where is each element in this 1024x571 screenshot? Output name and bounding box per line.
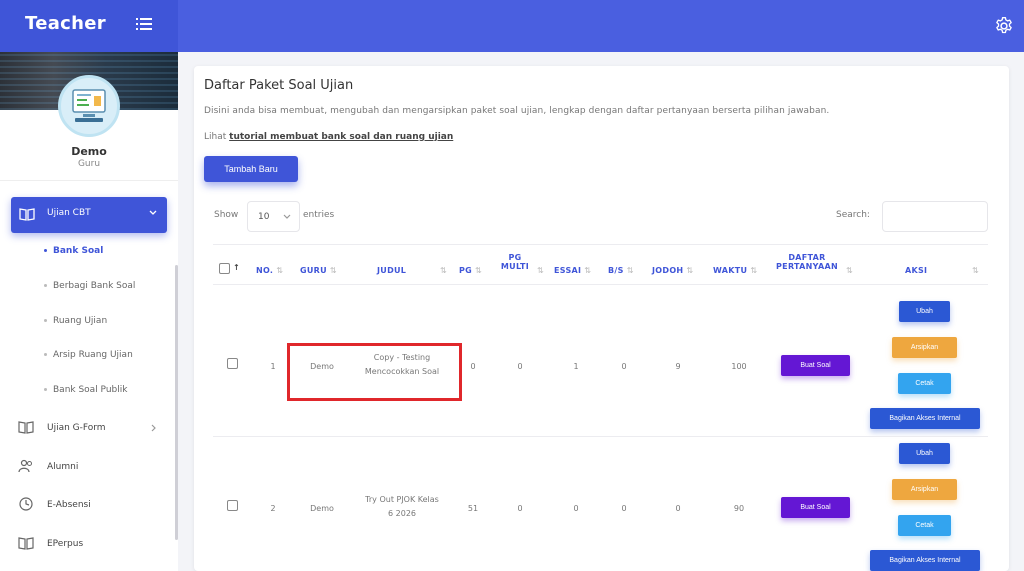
cell-bs: 0 (621, 504, 627, 513)
book-open-icon (18, 421, 34, 434)
header-daftar-pertanyaan[interactable]: DAFTAR PERTANYAAN (772, 253, 842, 271)
cell-pg: 0 (470, 362, 476, 371)
archive-button[interactable]: Arsipkan (892, 479, 957, 500)
gear-icon[interactable] (994, 16, 1014, 36)
show-label: Show (214, 210, 239, 220)
share-internal-access-button[interactable]: Bagikan Akses Internal (870, 550, 980, 571)
create-questions-button[interactable]: Buat Soal (781, 355, 850, 376)
sidebar-divider (0, 180, 178, 181)
content-card: Daftar Paket Soal Ujian Disini anda bisa… (194, 66, 1009, 571)
cell-pg-multi: 0 (517, 362, 523, 371)
menu-list-icon[interactable] (136, 17, 152, 31)
entries-select[interactable]: 10 (247, 201, 300, 232)
header-jodoh[interactable]: JODOH ⇅ (652, 266, 693, 275)
add-new-button[interactable]: Tambah Baru (204, 156, 298, 182)
cell-no: 2 (270, 504, 276, 513)
book-open-icon (18, 537, 34, 550)
sort-icon[interactable]: ⇅ (534, 266, 544, 275)
cell-jodoh: 9 (675, 362, 681, 371)
cell-waktu: 100 (731, 362, 747, 371)
cell-pg: 51 (467, 504, 479, 513)
cell-essai: 1 (573, 362, 579, 371)
edit-button[interactable]: Ubah (899, 443, 950, 464)
sidebar-item-ujian-cbt[interactable]: Ujian CBT (11, 197, 167, 233)
cell-guru: Demo (310, 504, 334, 513)
print-button[interactable]: Cetak (898, 515, 951, 536)
header-essai[interactable]: ESSAI ⇅ (554, 266, 591, 275)
header-aksi: AKSI (905, 266, 928, 275)
cell-essai: 0 (573, 504, 579, 513)
sidebar-subitem-berbagi-bank-soal[interactable]: Berbagi Bank Soal (44, 281, 135, 291)
print-button[interactable]: Cetak (898, 373, 951, 394)
search-label: Search: (836, 210, 870, 220)
entries-label: entries (303, 210, 335, 220)
sort-icon: ⇅ (686, 266, 694, 275)
share-internal-access-button[interactable]: Bagikan Akses Internal (870, 408, 980, 429)
sort-icon: ⇅ (626, 266, 634, 275)
chevron-down-icon (149, 210, 157, 215)
sort-up-icon[interactable]: ↑ (233, 263, 240, 272)
sort-icon: ⇅ (750, 266, 758, 275)
header-waktu[interactable]: WAKTU ⇅ (713, 266, 757, 275)
row-divider (213, 436, 988, 437)
header-pg[interactable]: PG ⇅ (459, 266, 482, 275)
sort-icon[interactable]: ⇅ (437, 266, 447, 275)
page-description: Disini anda bisa membuat, mengubah dan m… (204, 106, 830, 116)
bullet-icon (44, 319, 47, 322)
bullet-icon (44, 249, 47, 252)
sort-icon: ⇅ (276, 266, 284, 275)
cell-jodoh: 0 (675, 504, 681, 513)
sidebar-subitem-bank-soal[interactable]: Bank Soal (44, 246, 103, 256)
cell-no: 1 (270, 362, 276, 371)
table-top-line (213, 244, 988, 245)
highlight-box (287, 343, 462, 401)
header-bs[interactable]: B/S ⇅ (608, 266, 634, 275)
cell-waktu: 90 (733, 504, 745, 513)
bullet-icon (44, 388, 47, 391)
sort-icon[interactable]: ⇅ (843, 266, 853, 275)
page-title: Daftar Paket Soal Ujian (204, 78, 354, 93)
bullet-icon (44, 284, 47, 287)
edit-button[interactable]: Ubah (899, 301, 950, 322)
sort-icon: ⇅ (329, 266, 337, 275)
top-bar (178, 0, 1024, 52)
sidebar-subitem-arsip-ruang-ujian[interactable]: Arsip Ruang Ujian (44, 350, 133, 360)
table-header-line (213, 284, 988, 285)
sidebar: Teacher Demo Guru Ujian CBT Bank Soal Be… (0, 0, 178, 571)
cell-bs: 0 (621, 362, 627, 371)
select-all-checkbox[interactable] (219, 263, 230, 274)
users-icon (18, 459, 32, 473)
chevron-right-icon (151, 424, 156, 432)
clock-icon (19, 497, 33, 511)
brand-bar: Teacher (0, 0, 178, 52)
header-no[interactable]: NO. ⇅ (256, 266, 283, 275)
header-pg-multi[interactable]: PG MULTI (497, 253, 533, 271)
create-questions-button[interactable]: Buat Soal (781, 497, 850, 518)
tutorial-line: Lihat tutorial membuat bank soal dan rua… (204, 132, 454, 142)
cell-judul: Try Out PJOK Kelas 6 2026 (365, 495, 439, 518)
sort-icon: ⇅ (584, 266, 592, 275)
header-judul[interactable]: JUDUL (377, 266, 406, 275)
header-guru[interactable]: GURU ⇅ (300, 266, 337, 275)
row-checkbox[interactable] (227, 500, 238, 511)
book-open-icon (19, 208, 35, 221)
sidebar-subitem-bank-soal-publik[interactable]: Bank Soal Publik (44, 385, 127, 395)
bullet-icon (44, 353, 47, 356)
sort-icon: ⇅ (475, 266, 483, 275)
chevron-down-icon (283, 214, 291, 219)
row-checkbox[interactable] (227, 358, 238, 369)
cell-pg-multi: 0 (517, 504, 523, 513)
tutorial-link[interactable]: tutorial membuat bank soal dan ruang uji… (229, 132, 453, 142)
app-title: Teacher (25, 13, 106, 34)
search-input[interactable] (882, 201, 988, 232)
avatar (58, 75, 120, 137)
sidebar-subitem-ruang-ujian[interactable]: Ruang Ujian (44, 316, 107, 326)
archive-button[interactable]: Arsipkan (892, 337, 957, 358)
sidebar-scrollbar[interactable] (175, 265, 178, 540)
user-role: Guru (77, 159, 101, 169)
user-name: Demo (71, 145, 107, 158)
sort-icon[interactable]: ⇅ (969, 266, 979, 275)
sidebar-item-label: Ujian CBT (47, 208, 91, 218)
